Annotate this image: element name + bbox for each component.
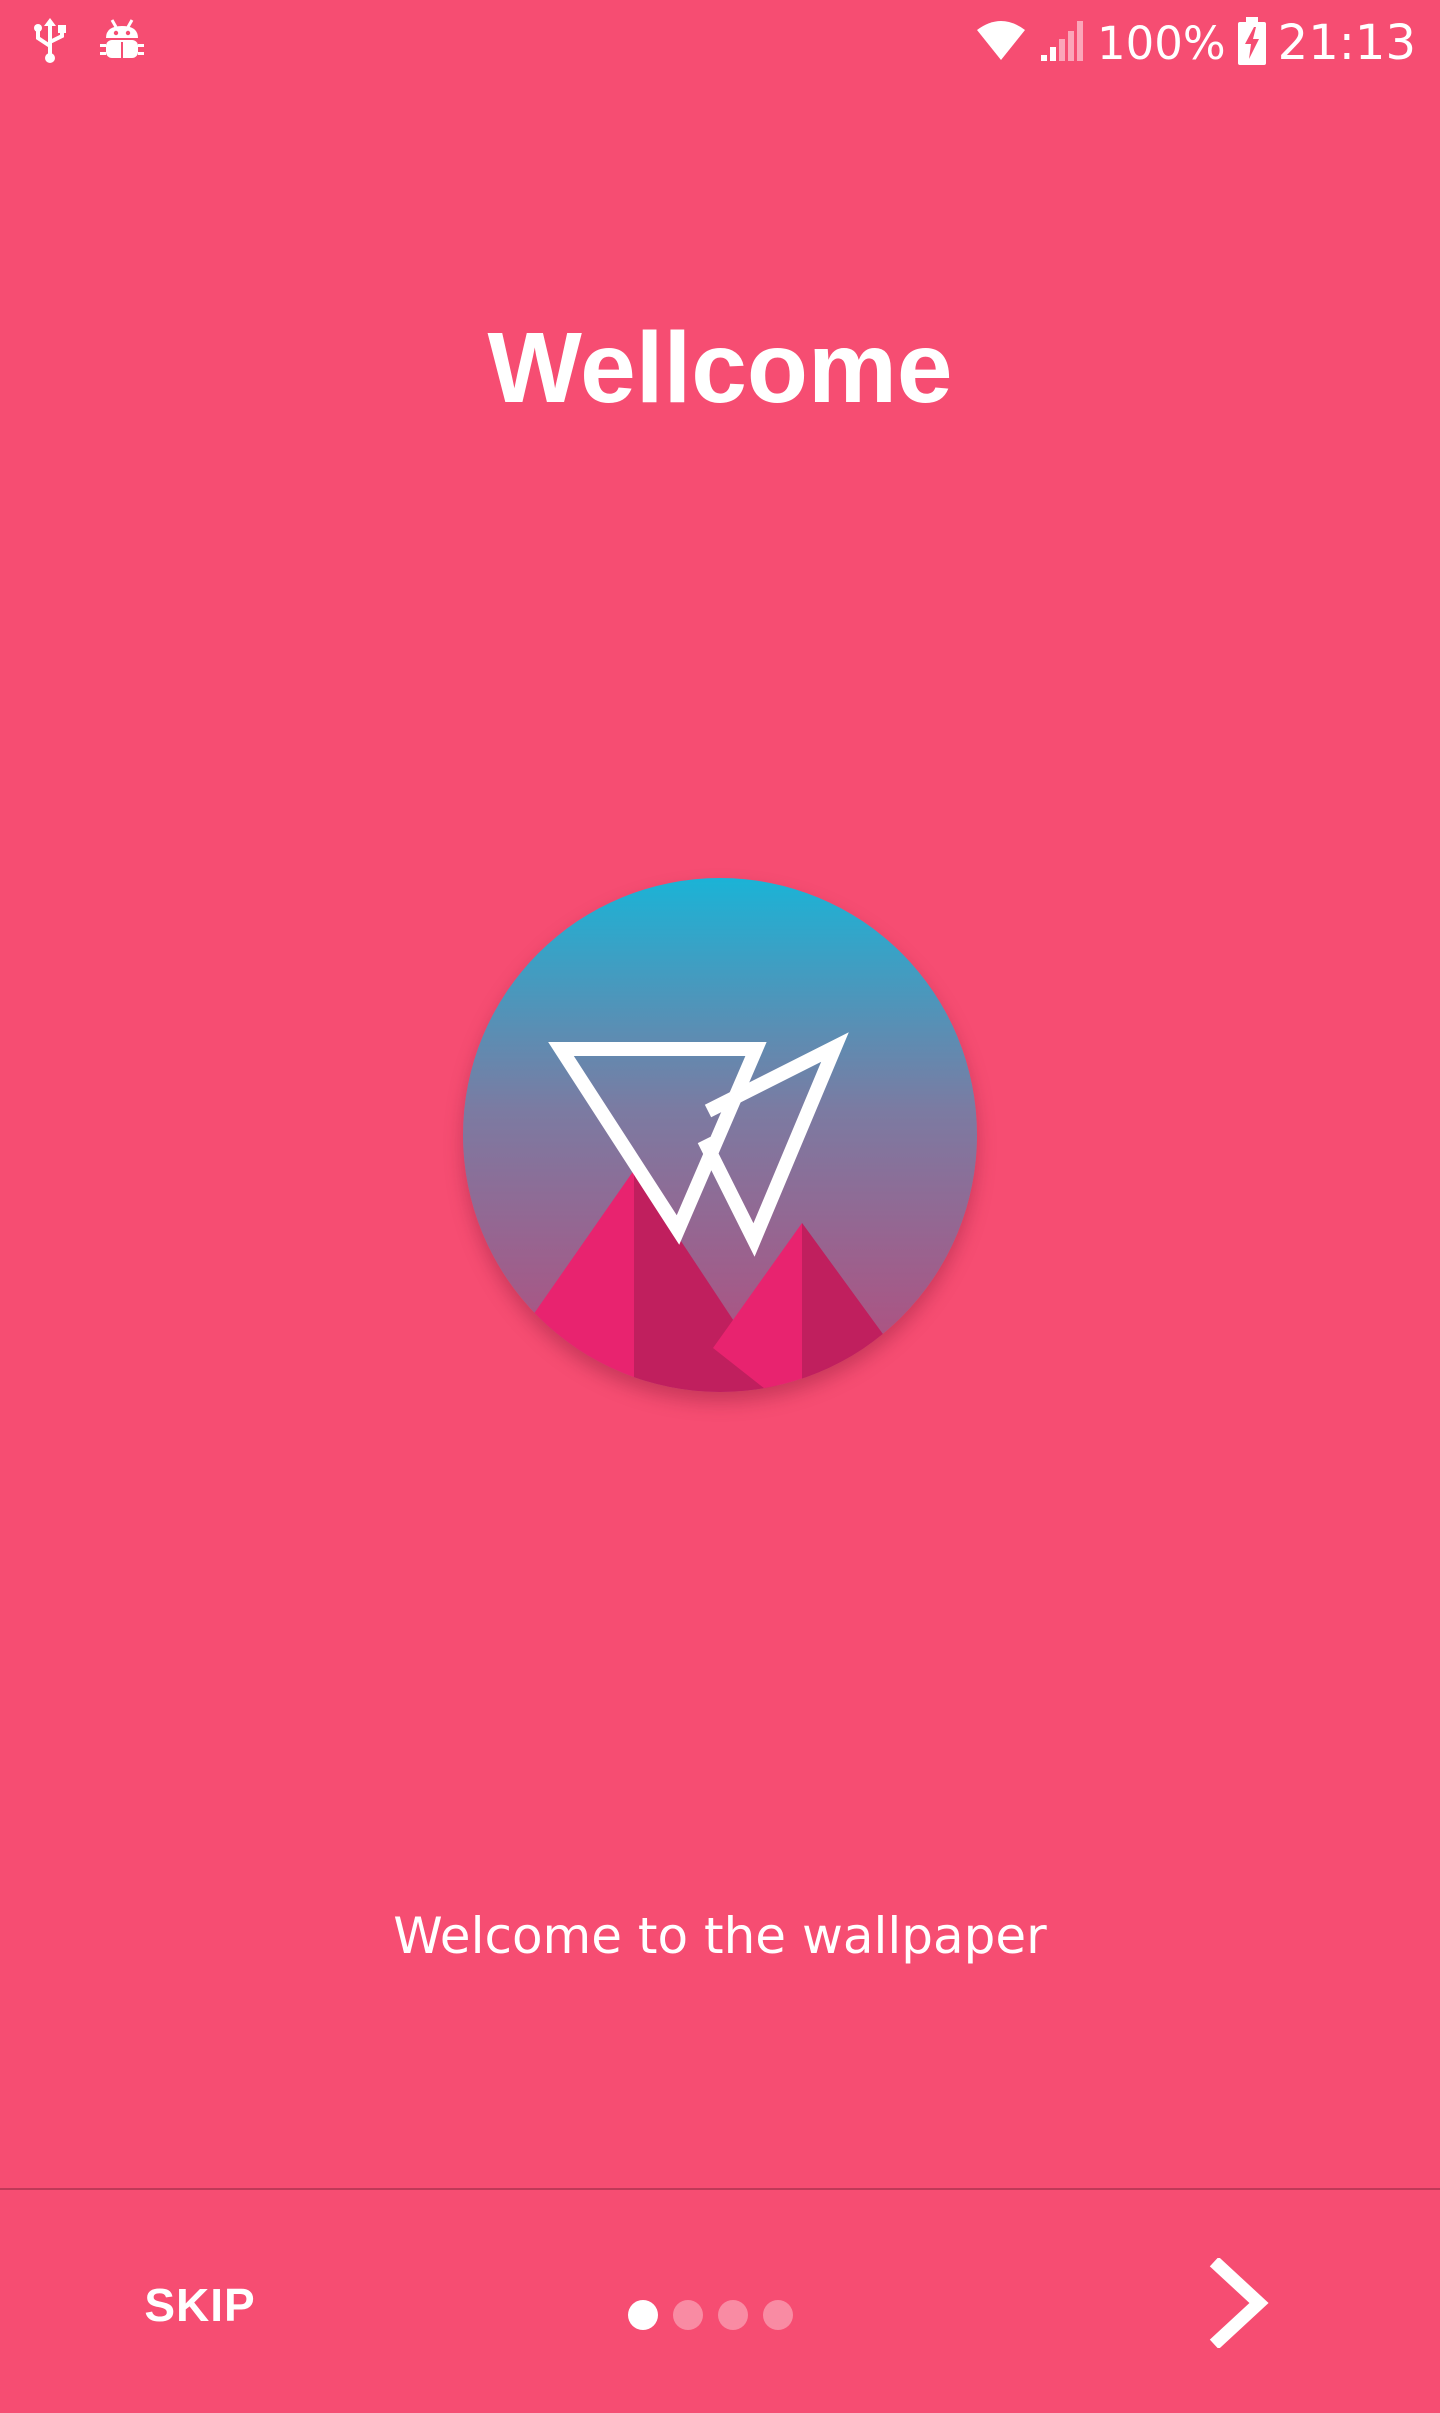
status-clock: 21:13 xyxy=(1277,15,1416,71)
status-left-icons xyxy=(30,14,144,72)
android-debug-icon xyxy=(100,18,144,69)
wallpaper-app-logo-icon xyxy=(463,878,977,1392)
battery-charging-icon xyxy=(1237,16,1266,70)
page-indicator xyxy=(628,2300,793,2330)
page-indicator-dot-2[interactable] xyxy=(673,2300,703,2330)
next-button[interactable] xyxy=(1180,2245,1300,2365)
page-indicator-dot-1[interactable] xyxy=(628,2300,658,2330)
status-right-icons: 100% 21:13 xyxy=(975,10,1416,76)
cellular-signal-icon xyxy=(1039,19,1085,68)
status-bar: 100% 21:13 xyxy=(0,0,1440,86)
skip-button[interactable]: SKIP xyxy=(110,2260,290,2350)
page-title: Wellcome xyxy=(487,312,953,424)
intro-description: Welcome to the wallpaper xyxy=(393,1907,1047,1965)
page-indicator-dot-4[interactable] xyxy=(763,2300,793,2330)
intro-navigation-bar: SKIP xyxy=(0,2190,1440,2413)
wifi-icon xyxy=(975,20,1027,67)
chevron-right-icon xyxy=(1205,2256,1275,2353)
battery-percent: 100% xyxy=(1097,16,1226,70)
page-indicator-dot-3[interactable] xyxy=(718,2300,748,2330)
usb-icon xyxy=(30,16,70,71)
